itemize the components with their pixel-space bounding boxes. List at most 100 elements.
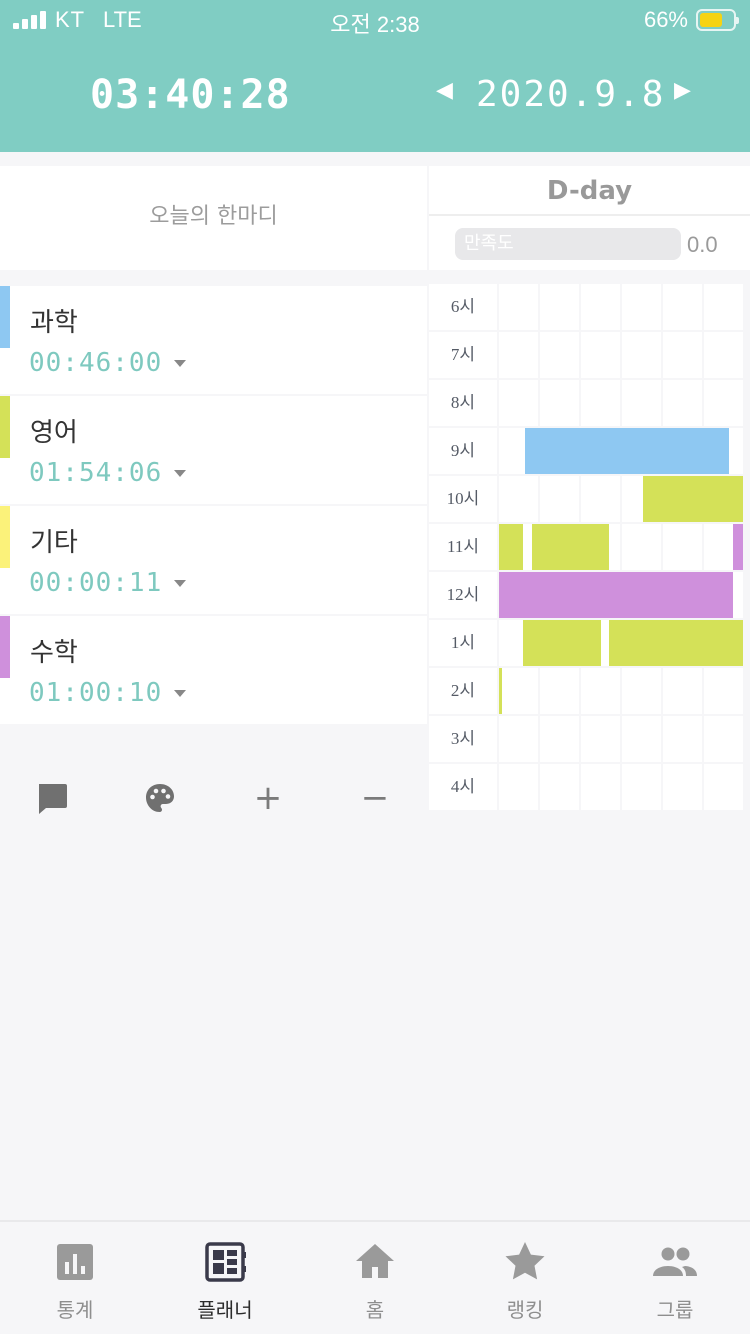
current-date[interactable]: 2020.9.8: [476, 74, 665, 115]
dday-panel[interactable]: D-day 만족도 0.0: [429, 166, 750, 270]
timetable-cell[interactable]: [581, 716, 620, 762]
timetable-cell[interactable]: [540, 380, 579, 426]
hour-label: 3시: [429, 716, 497, 762]
tab-label: 그룹: [656, 1298, 694, 1322]
timetable-cell[interactable]: [663, 284, 702, 330]
stats-icon: [53, 1240, 97, 1284]
timetable-cell[interactable]: [499, 332, 538, 378]
tab-ranking[interactable]: 랭킹: [450, 1240, 600, 1323]
subject-time: 00:00:11: [29, 568, 163, 598]
timetable-cell[interactable]: [704, 668, 743, 714]
subject-item[interactable]: 영어 01:54:06: [0, 396, 427, 504]
timetable-row: 9시: [429, 428, 750, 476]
timetable-cell[interactable]: [540, 476, 579, 522]
timetable-row: 6시: [429, 284, 750, 332]
subject-name: 수학: [30, 638, 78, 668]
timetable-cell[interactable]: [499, 764, 538, 810]
timetable-row: 12시: [429, 572, 750, 620]
timetable-cell[interactable]: [704, 284, 743, 330]
status-clock: 오전 2:38: [330, 12, 420, 37]
timetable-row: 1시: [429, 620, 750, 668]
minus-icon[interactable]: −: [355, 780, 395, 816]
tab-stats[interactable]: 통계: [0, 1240, 150, 1323]
timetable-cell[interactable]: [540, 332, 579, 378]
timetable-cell[interactable]: [704, 716, 743, 762]
hour-label: 8시: [429, 380, 497, 426]
study-block: [525, 428, 729, 474]
planner-toolbar: + −: [0, 770, 427, 826]
timetable-cell[interactable]: [581, 284, 620, 330]
satisfaction-bar[interactable]: 만족도: [455, 228, 681, 260]
satisfaction-value: 0.0: [687, 232, 718, 257]
timetable-cell[interactable]: [622, 332, 661, 378]
chevron-down-icon[interactable]: [174, 580, 186, 587]
timetable-cell[interactable]: [622, 716, 661, 762]
comment-icon[interactable]: [34, 780, 74, 816]
chevron-down-icon[interactable]: [174, 470, 186, 477]
subject-item[interactable]: 과학 00:46:00: [0, 286, 427, 394]
hour-label: 1시: [429, 620, 497, 666]
timetable-cell[interactable]: [663, 380, 702, 426]
timetable-row: 7시: [429, 332, 750, 380]
timetable-cell[interactable]: [663, 716, 702, 762]
hour-label: 4시: [429, 764, 497, 810]
timetable-cell[interactable]: [581, 764, 620, 810]
chevron-down-icon[interactable]: [174, 360, 186, 367]
subject-time: 01:00:10: [29, 678, 163, 708]
chevron-down-icon[interactable]: [174, 690, 186, 697]
timetable-cell[interactable]: [581, 476, 620, 522]
timetable-cell[interactable]: [499, 476, 538, 522]
timetable-grid[interactable]: 6시 7시 8시 9시 10시 11시 12시 1시 2시 3시 4시: [429, 284, 750, 812]
timetable-cell[interactable]: [581, 332, 620, 378]
timetable-cell[interactable]: [704, 764, 743, 810]
subject-name: 기타: [30, 528, 78, 558]
daily-quote-box[interactable]: 오늘의 한마디: [0, 166, 427, 270]
satisfaction-label: 만족도: [464, 233, 514, 254]
timetable-row: 2시: [429, 668, 750, 716]
tab-group[interactable]: 그룹: [600, 1240, 750, 1323]
subject-item[interactable]: 기타 00:00:11: [0, 506, 427, 614]
plus-icon[interactable]: +: [248, 780, 288, 816]
hour-label: 10시: [429, 476, 497, 522]
tab-label: 통계: [56, 1298, 94, 1322]
study-block: [499, 668, 502, 714]
hour-label: 12시: [429, 572, 497, 618]
study-block: [531, 524, 609, 570]
study-block: [732, 524, 743, 570]
timetable-cell[interactable]: [622, 524, 661, 570]
timetable-cell[interactable]: [581, 380, 620, 426]
timetable-cell[interactable]: [540, 716, 579, 762]
subject-color: [0, 506, 10, 568]
timetable-cell[interactable]: [540, 284, 579, 330]
timetable-cell[interactable]: [622, 380, 661, 426]
timetable-cell[interactable]: [622, 668, 661, 714]
timetable-cell[interactable]: [663, 332, 702, 378]
tab-home[interactable]: 홈: [300, 1240, 450, 1323]
home-icon: [353, 1240, 397, 1284]
timetable-cell[interactable]: [663, 668, 702, 714]
tab-label: 랭킹: [506, 1298, 544, 1322]
timetable-cell[interactable]: [540, 764, 579, 810]
timetable-cell[interactable]: [499, 668, 538, 714]
timetable-cell[interactable]: [663, 524, 702, 570]
timetable-cell[interactable]: [622, 284, 661, 330]
tab-planner[interactable]: 플래너: [150, 1240, 300, 1323]
timetable-cell[interactable]: [499, 716, 538, 762]
battery-percent: 66%: [643, 7, 688, 32]
study-block: [499, 524, 524, 570]
timetable-cell[interactable]: [499, 284, 538, 330]
subject-item[interactable]: 수학 01:00:10: [0, 616, 427, 724]
study-block: [499, 572, 733, 618]
palette-icon[interactable]: [142, 780, 182, 816]
timetable-cell[interactable]: [704, 332, 743, 378]
timetable-cell[interactable]: [540, 668, 579, 714]
timetable-cell[interactable]: [622, 764, 661, 810]
next-date-icon[interactable]: ▶: [674, 78, 691, 103]
previous-date-icon[interactable]: ◀: [436, 78, 453, 103]
timetable-cell[interactable]: [581, 668, 620, 714]
timetable-cell[interactable]: [704, 380, 743, 426]
subject-list: 과학 00:46:00 영어 01:54:06 기타 00:00:11 수학 0…: [0, 286, 427, 726]
bottom-tab-bar: 통계 플래너 홈 랭킹 그룹: [0, 1220, 750, 1334]
timetable-cell[interactable]: [499, 380, 538, 426]
timetable-cell[interactable]: [663, 764, 702, 810]
